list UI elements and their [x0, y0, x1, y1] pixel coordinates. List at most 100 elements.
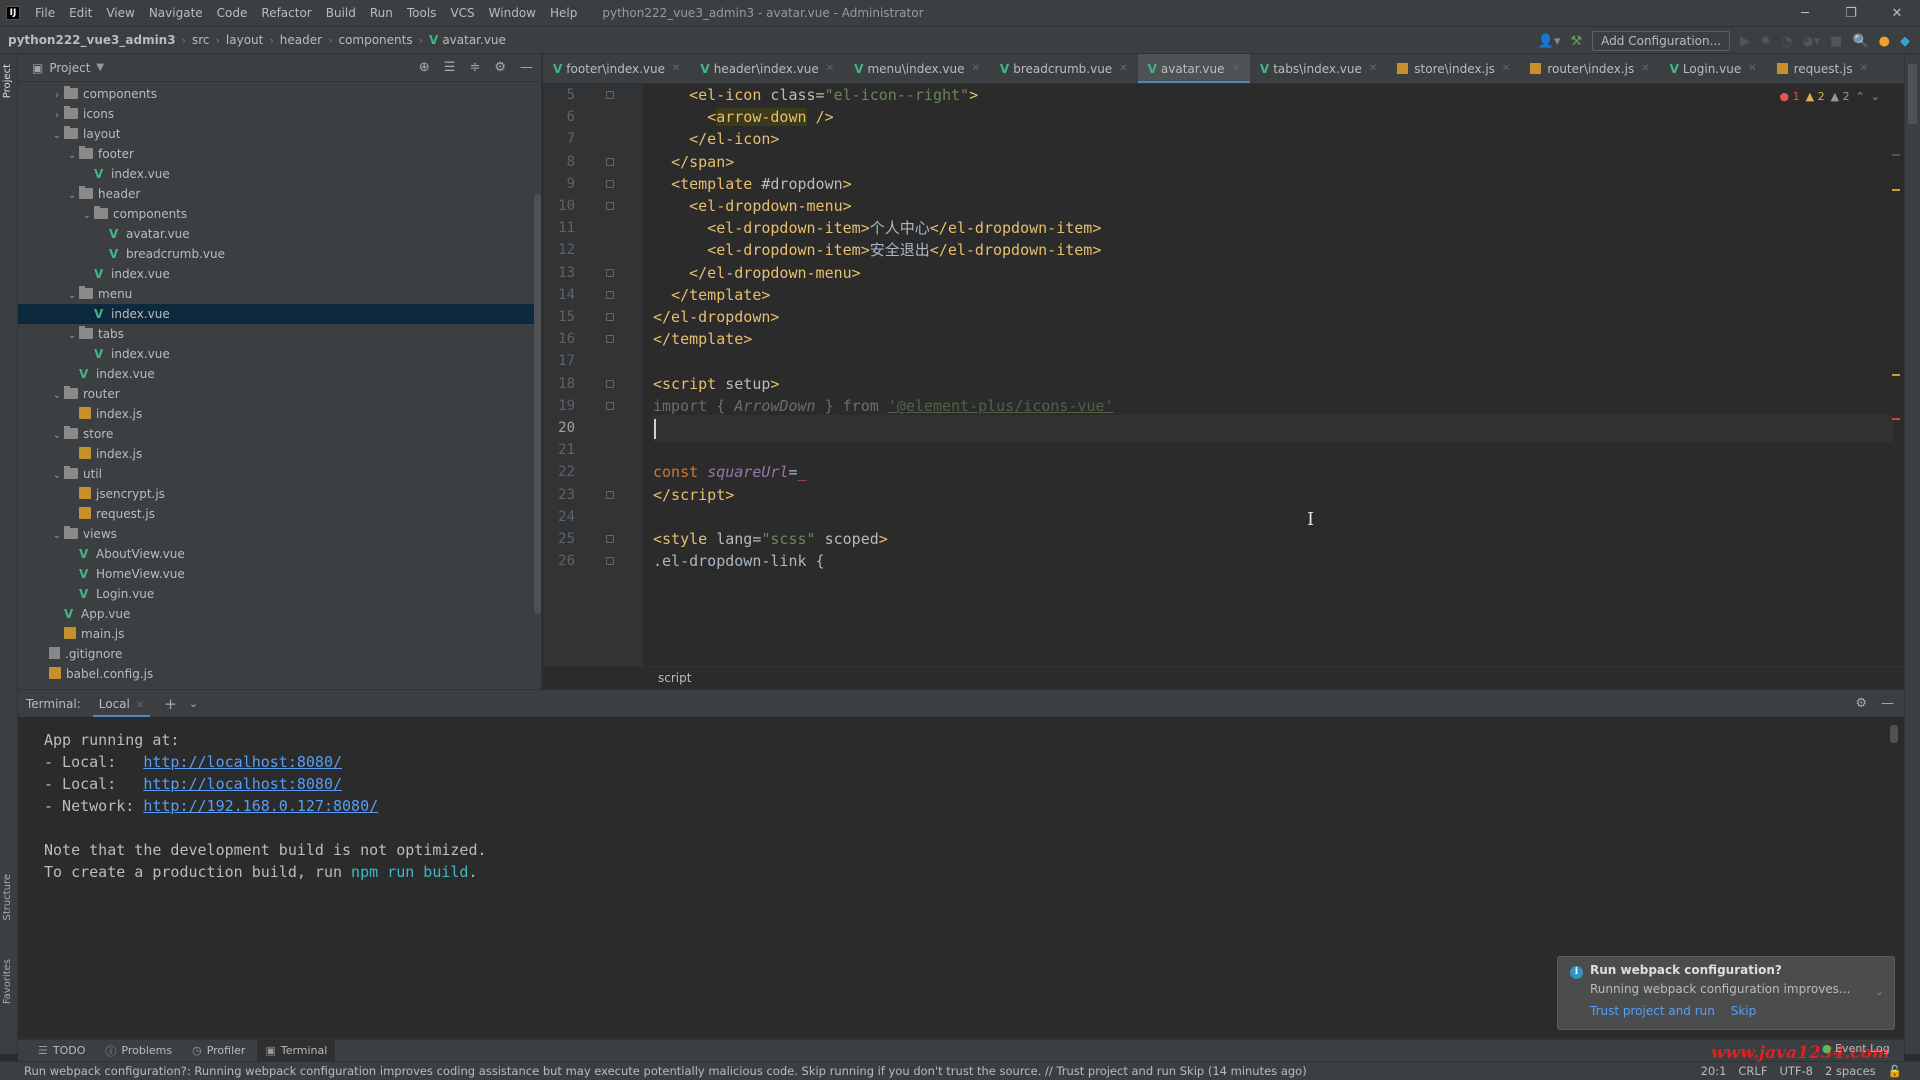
- file-encoding[interactable]: UTF-8: [1779, 1062, 1813, 1080]
- collapse-all-icon[interactable]: ≑: [469, 60, 480, 75]
- terminal-link[interactable]: http://192.168.0.127:8080/: [143, 797, 378, 815]
- fold-marker-icon[interactable]: [606, 290, 614, 299]
- caret-position[interactable]: 20:1: [1701, 1062, 1727, 1080]
- editor-tab[interactable]: Vavatar.vue ✕: [1137, 54, 1251, 83]
- lock-icon[interactable]: 🔓: [1888, 1062, 1902, 1080]
- coverage-icon[interactable]: ◔: [1781, 34, 1792, 49]
- tree-item[interactable]: Vavatar.vue: [18, 224, 538, 244]
- terminal-link[interactable]: http://localhost:8080/: [143, 775, 342, 793]
- close-icon[interactable]: ✕: [1748, 54, 1756, 83]
- user-icon[interactable]: 👤▾: [1538, 34, 1561, 49]
- project-tool-button[interactable]: Project: [2, 64, 13, 98]
- menu-navigate[interactable]: Navigate: [142, 0, 210, 26]
- project-scrollbar[interactable]: [534, 194, 541, 614]
- chevron-down-icon[interactable]: ⌄: [1875, 985, 1884, 998]
- tree-item[interactable]: babel.config.js: [18, 664, 538, 684]
- chevron-right-icon[interactable]: ›: [50, 106, 64, 126]
- editor-tab[interactable]: request.js ✕: [1767, 54, 1878, 83]
- breadcrumb-layout[interactable]: layout: [226, 33, 263, 47]
- inspection-widget[interactable]: ● 1 ▲ 2 ▲ 2 ⌃ ⌄: [1780, 90, 1880, 103]
- close-icon[interactable]: ✕: [972, 54, 980, 83]
- close-icon[interactable]: ✕: [1641, 54, 1649, 83]
- tree-item[interactable]: ⌄ menu: [18, 284, 538, 304]
- favorites-tool-button[interactable]: Favorites: [2, 959, 13, 1004]
- tree-item[interactable]: V HomeView.vue: [18, 564, 538, 584]
- stop-icon[interactable]: ■: [1830, 34, 1842, 49]
- gear-icon[interactable]: ⚙: [1855, 696, 1867, 711]
- expand-all-icon[interactable]: ☰: [444, 60, 456, 75]
- indent-setting[interactable]: 2 spaces: [1825, 1062, 1876, 1080]
- code-line[interactable]: </script>: [653, 482, 734, 509]
- locate-icon[interactable]: ⊕: [419, 60, 430, 75]
- fold-marker-icon[interactable]: [606, 401, 614, 410]
- close-icon[interactable]: ✕: [1232, 54, 1240, 83]
- build-hammer-icon[interactable]: ⚒: [1571, 34, 1583, 49]
- breadcrumb-src[interactable]: src: [192, 33, 210, 47]
- menu-code[interactable]: Code: [210, 0, 255, 26]
- tree-item[interactable]: Vindex.vue: [18, 344, 538, 364]
- breadcrumb-project[interactable]: python222_vue3_admin3: [8, 33, 176, 47]
- menu-window[interactable]: Window: [482, 0, 543, 26]
- status-message[interactable]: Run webpack configuration?: Running webp…: [24, 1064, 1307, 1078]
- chevron-down-icon[interactable]: ⌄: [65, 186, 79, 206]
- chevron-down-icon[interactable]: ⌄: [50, 526, 64, 546]
- close-icon[interactable]: ✕: [1119, 54, 1127, 83]
- menu-file[interactable]: File: [28, 0, 62, 26]
- tree-item[interactable]: Vindex.vue: [18, 304, 538, 324]
- close-icon[interactable]: ✕: [1369, 54, 1377, 83]
- editor-tab[interactable]: Vbreadcrumb.vue ✕: [990, 54, 1138, 83]
- fold-marker-icon[interactable]: [606, 157, 614, 166]
- tree-item[interactable]: request.js: [18, 504, 538, 524]
- code-line[interactable]: [653, 415, 1893, 442]
- breadcrumb-header[interactable]: header: [280, 33, 322, 47]
- chevron-down-icon[interactable]: ⌄: [65, 146, 79, 166]
- tree-item[interactable]: Vindex.vue: [18, 264, 538, 284]
- tool-window-problems[interactable]: ⓘ Problems: [97, 1040, 180, 1062]
- tree-item[interactable]: V Login.vue: [18, 584, 538, 604]
- chevron-up-icon[interactable]: ⌃: [1856, 90, 1865, 103]
- code-editor[interactable]: 5 6 7 8 9 10 11 12 13 14 15 16 17 18 19 20 21 22 23 24 25 26 …: [543, 84, 1904, 666]
- structure-tool-button[interactable]: Structure: [2, 874, 13, 921]
- tree-item[interactable]: Vbreadcrumb.vue: [18, 244, 538, 264]
- close-icon[interactable]: ✕: [1874, 0, 1920, 26]
- fold-marker-icon[interactable]: [606, 557, 614, 566]
- chevron-down-icon[interactable]: ⌄: [50, 126, 64, 146]
- close-icon[interactable]: ✕: [672, 54, 680, 83]
- tree-item[interactable]: index.js: [18, 444, 538, 464]
- chevron-down-icon[interactable]: ⌄: [50, 386, 64, 406]
- editor-tab[interactable]: Vmenu\index.vue ✕: [844, 54, 990, 83]
- fold-marker-icon[interactable]: [606, 490, 614, 499]
- fold-marker-icon[interactable]: [606, 379, 614, 388]
- chevron-down-icon[interactable]: ▼: [96, 62, 104, 73]
- tree-item[interactable]: .gitignore: [18, 644, 538, 664]
- add-icon[interactable]: +: [164, 695, 177, 713]
- menu-tools[interactable]: Tools: [400, 0, 444, 26]
- tool-window-todo[interactable]: ☰ TODO: [30, 1040, 93, 1062]
- profile-icon[interactable]: ◕▾: [1802, 34, 1820, 49]
- tree-item[interactable]: › icons: [18, 104, 538, 124]
- project-panel-title[interactable]: Project: [49, 61, 90, 75]
- fold-marker-icon[interactable]: [606, 535, 614, 543]
- fold-marker-icon[interactable]: [606, 313, 614, 321]
- terminal-tab-local[interactable]: Local ✕: [92, 690, 151, 718]
- add-configuration-button[interactable]: Add Configuration...: [1592, 31, 1731, 51]
- editor-tab[interactable]: V Login.vue ✕: [1660, 54, 1767, 83]
- debug-icon[interactable]: ✹: [1760, 34, 1771, 49]
- tree-item[interactable]: ⌄ util: [18, 464, 538, 484]
- weak-warning-count[interactable]: ▲ 2: [1831, 90, 1850, 103]
- minimize-icon[interactable]: ─: [1782, 0, 1828, 26]
- chevron-down-icon[interactable]: ⌄: [1871, 90, 1880, 103]
- tree-item[interactable]: V AboutView.vue: [18, 544, 538, 564]
- run-icon[interactable]: ▶: [1740, 34, 1750, 49]
- tool-window-terminal[interactable]: ▣ Terminal: [257, 1039, 336, 1062]
- fold-marker-icon[interactable]: [606, 91, 614, 99]
- menu-build[interactable]: Build: [319, 0, 363, 26]
- database-tool-button[interactable]: [1908, 64, 1917, 124]
- tree-item[interactable]: Vindex.vue: [18, 364, 538, 384]
- fold-marker-icon[interactable]: [606, 202, 614, 210]
- tree-item[interactable]: ⌄ tabs: [18, 324, 538, 344]
- tree-item[interactable]: V App.vue: [18, 604, 538, 624]
- update-icon[interactable]: ●: [1879, 34, 1890, 49]
- tree-item[interactable]: index.js: [18, 404, 538, 424]
- error-count[interactable]: ● 1: [1780, 90, 1800, 103]
